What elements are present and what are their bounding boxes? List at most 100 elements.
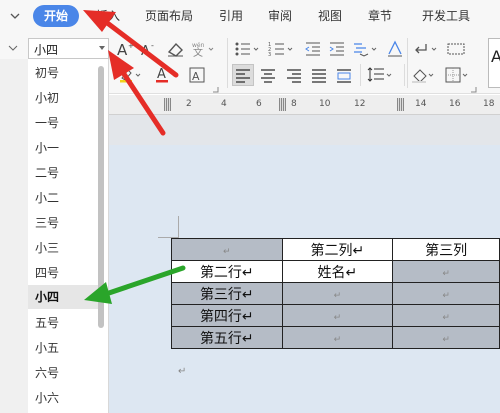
table-header-cell[interactable]: 第二列↵ bbox=[281, 238, 394, 261]
paragraph-mark: ↵ bbox=[178, 366, 187, 377]
font-size-option[interactable]: 小初 bbox=[28, 86, 98, 110]
justify-icon[interactable] bbox=[311, 67, 327, 83]
font-size-option[interactable]: 初号 bbox=[28, 61, 98, 85]
ruler-column-marker[interactable] bbox=[397, 98, 404, 111]
font-size-value: 小四 bbox=[34, 43, 59, 57]
font-size-dropdown: 初号 小初 一号 小一 二号 小二 三号 小三 四号 小四 五号 小五 六号 小… bbox=[28, 59, 109, 413]
dialog-launcher-icon[interactable] bbox=[212, 86, 220, 94]
toolbar-separator bbox=[360, 64, 361, 86]
align-left-button[interactable] bbox=[232, 64, 254, 86]
numbered-list-icon[interactable]: 1 2 3 bbox=[268, 40, 298, 58]
tab-developer[interactable]: 开发工具 bbox=[422, 7, 470, 25]
table-cell[interactable]: ↵ bbox=[281, 304, 394, 327]
chevron-down-icon[interactable] bbox=[8, 9, 22, 23]
line-spacing-icon[interactable] bbox=[366, 66, 396, 84]
table-cell[interactable]: ↵ bbox=[392, 260, 500, 283]
chinese-layout-icon[interactable] bbox=[352, 40, 382, 58]
font-size-option[interactable]: 一号 bbox=[28, 111, 98, 135]
ruler-column-marker[interactable] bbox=[279, 98, 286, 111]
table-cell[interactable]: ↵ bbox=[281, 326, 394, 349]
horizontal-ruler[interactable]: 2 4 6 8 10 12 14 16 18 bbox=[109, 95, 500, 115]
highlight-icon[interactable] bbox=[118, 66, 148, 84]
table-row: 第四行↵ ↵ ↵ bbox=[171, 304, 500, 327]
table-header-cell[interactable]: 第三列 bbox=[392, 238, 500, 261]
ruler-label: 8 bbox=[291, 99, 297, 109]
svg-text:A: A bbox=[157, 67, 166, 82]
svg-text:+: + bbox=[128, 42, 134, 50]
table-row-header-cell[interactable]: 第四行↵ bbox=[171, 304, 283, 327]
svg-text:文: 文 bbox=[193, 46, 203, 58]
line-break-icon[interactable] bbox=[412, 40, 442, 58]
svg-text:A: A bbox=[117, 41, 128, 58]
svg-text:-: - bbox=[151, 41, 154, 50]
tab-insert[interactable]: 插入 bbox=[96, 7, 120, 25]
font-size-option[interactable]: 小三 bbox=[28, 236, 98, 260]
show-hide-marks-icon[interactable] bbox=[386, 40, 404, 58]
font-size-option[interactable]: 六号 bbox=[28, 361, 98, 385]
tab-page-layout[interactable]: 页面布局 bbox=[145, 7, 193, 25]
distributed-align-icon[interactable] bbox=[336, 67, 352, 83]
svg-text:3: 3 bbox=[268, 52, 271, 58]
style-gallery[interactable]: A bbox=[488, 38, 500, 88]
chevron-down-icon[interactable] bbox=[99, 46, 105, 50]
align-center-icon[interactable] bbox=[260, 67, 276, 83]
table-row-header-cell[interactable]: 第三行↵ bbox=[171, 282, 283, 305]
ruler-indent-marker[interactable] bbox=[164, 98, 171, 111]
align-left-icon bbox=[236, 69, 250, 83]
ruler-label: 10 bbox=[319, 99, 331, 109]
table-cell[interactable]: ↵ bbox=[281, 282, 394, 305]
shrink-font-icon[interactable]: A- bbox=[140, 40, 160, 58]
dialog-launcher-icon[interactable] bbox=[470, 86, 478, 94]
decrease-indent-icon[interactable] bbox=[304, 40, 322, 58]
left-margin-strip bbox=[0, 59, 28, 413]
svg-text:A: A bbox=[141, 44, 150, 58]
ruler-label: 2 bbox=[186, 99, 192, 109]
table-cell[interactable]: ↵ bbox=[392, 304, 500, 327]
font-size-option[interactable]: 小五 bbox=[28, 336, 98, 360]
toolbar-separator bbox=[404, 64, 405, 86]
align-right-icon[interactable] bbox=[286, 67, 302, 83]
phonetic-guide-icon[interactable]: wén文 bbox=[190, 40, 218, 58]
font-size-option[interactable]: 四号 bbox=[28, 261, 98, 285]
tab-start[interactable]: 开始 bbox=[33, 5, 79, 27]
menu-bar: 开始 插入 页面布局 引用 审阅 视图 章节 开发工具 bbox=[0, 0, 500, 32]
document-table[interactable]: ↵ 第二列↵ 第三列 第二行↵ 姓名↵ ↵ 第三行↵ ↵ ↵ 第四行↵ ↵ ↵ … bbox=[171, 238, 500, 349]
increase-indent-icon[interactable] bbox=[328, 40, 346, 58]
grow-font-icon[interactable]: A + bbox=[116, 40, 136, 58]
table-cell[interactable]: ↵ bbox=[392, 326, 500, 349]
font-size-option[interactable]: 五号 bbox=[28, 311, 98, 335]
font-size-option[interactable]: 小二 bbox=[28, 186, 98, 210]
ruler-label: 16 bbox=[449, 99, 461, 109]
eraser-icon[interactable] bbox=[166, 40, 186, 58]
character-border-icon[interactable]: A bbox=[188, 66, 206, 84]
tab-sections[interactable]: 章节 bbox=[368, 7, 392, 25]
dropdown-arrow-icon[interactable] bbox=[5, 42, 21, 54]
table-row: 第三行↵ ↵ ↵ bbox=[171, 282, 500, 305]
font-size-select[interactable]: 小四 bbox=[28, 38, 109, 59]
border-dashed-icon[interactable] bbox=[446, 40, 466, 58]
table-cell[interactable]: 姓名↵ bbox=[281, 260, 394, 283]
font-size-option[interactable]: 二号 bbox=[28, 161, 98, 185]
tab-references[interactable]: 引用 bbox=[219, 7, 243, 25]
bullet-list-icon[interactable] bbox=[234, 40, 264, 58]
font-size-option-selected[interactable]: 小四 bbox=[28, 285, 98, 309]
font-color-icon[interactable]: A bbox=[154, 66, 184, 84]
shading-icon[interactable] bbox=[410, 66, 440, 84]
tab-review[interactable]: 审阅 bbox=[268, 7, 292, 25]
font-size-option[interactable]: 三号 bbox=[28, 211, 98, 235]
table-cell[interactable]: ↵ bbox=[171, 238, 283, 261]
tab-view[interactable]: 视图 bbox=[318, 7, 342, 25]
ruler-label: 14 bbox=[415, 99, 427, 109]
font-size-option[interactable]: 小一 bbox=[28, 136, 98, 160]
ruler-label: 4 bbox=[221, 99, 227, 109]
ruler-label: 18 bbox=[483, 99, 495, 109]
table-cell[interactable]: ↵ bbox=[392, 282, 500, 305]
table-row-header-cell[interactable]: 第二行↵ bbox=[171, 260, 283, 283]
svg-text:A: A bbox=[192, 70, 200, 83]
borders-icon[interactable] bbox=[444, 66, 474, 84]
table-row-header-cell[interactable]: 第五行↵ bbox=[171, 326, 283, 349]
font-size-option[interactable]: 小六 bbox=[28, 386, 98, 410]
table-row: 第二行↵ 姓名↵ ↵ bbox=[171, 260, 500, 283]
dropdown-scrollbar[interactable] bbox=[98, 66, 104, 328]
ruler-label: 12 bbox=[354, 99, 366, 109]
